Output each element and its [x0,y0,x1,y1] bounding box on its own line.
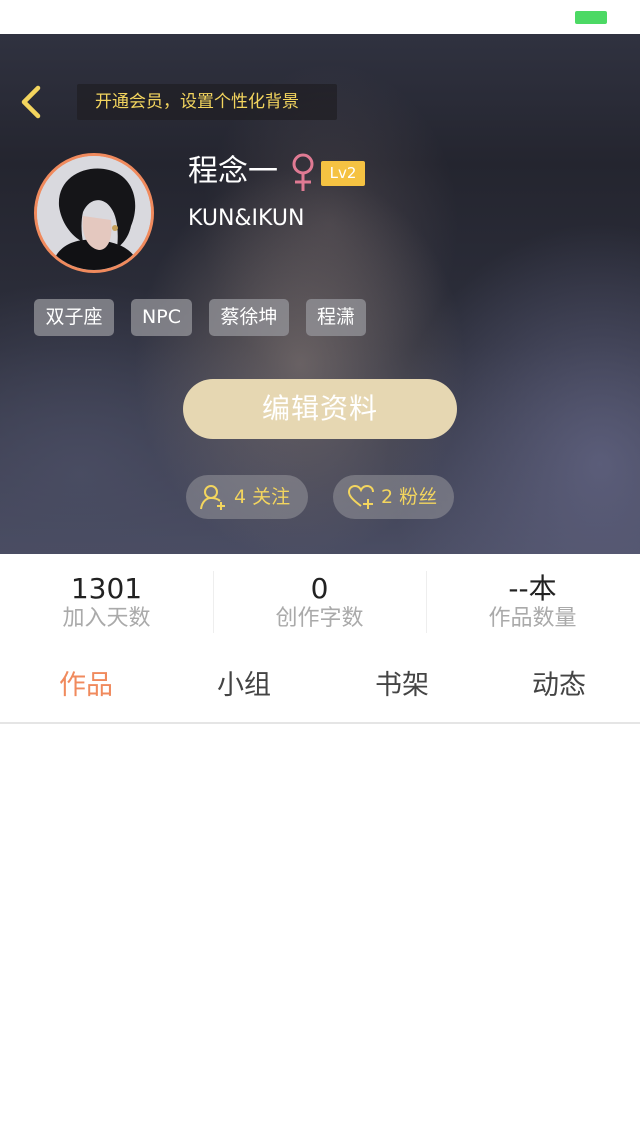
chevron-left-icon [21,85,41,119]
stat-value: --本 [508,572,557,605]
stats-bar: 1301 加入天数 0 创作字数 --本 作品数量 [0,554,640,644]
tag-item[interactable]: 双子座 [34,299,114,336]
stat-value: 0 [310,572,329,605]
back-button[interactable] [14,82,50,122]
following-button[interactable]: 4 关注 [186,475,308,519]
stat-word-count: 0 创作字数 [213,554,426,644]
tag-item[interactable]: NPC [131,299,192,336]
tab-groups[interactable]: 小组 [184,664,304,708]
tab-bar: 作品 小组 书架 动态 [0,652,640,724]
following-label: 4 关注 [234,486,291,508]
user-id: KUN&IKUN [188,206,305,231]
female-icon [292,153,314,191]
level-badge: Lv2 [321,161,365,186]
tab-content-area [0,726,640,1138]
stat-label: 加入天数 [62,606,151,631]
stat-works-count: --本 作品数量 [426,554,639,644]
profile-header: 开通会员，设置个性化背景 程念一 Lv2 KUN&IKUN 双子座 NPC 蔡徐… [0,34,640,554]
tab-bookshelf[interactable]: 书架 [342,664,462,708]
heart-plus-icon [347,484,374,509]
fans-label: 2 粉丝 [381,486,438,508]
battery-icon [575,11,607,24]
stat-label: 作品数量 [488,606,577,631]
fans-button[interactable]: 2 粉丝 [333,475,454,519]
tag-item[interactable]: 蔡徐坤 [209,299,289,336]
tab-activity[interactable]: 动态 [499,664,619,708]
avatar-image [37,156,151,270]
edit-profile-button[interactable]: 编辑资料 [183,379,457,439]
vip-banner[interactable]: 开通会员，设置个性化背景 [77,84,337,120]
tab-works[interactable]: 作品 [26,664,146,708]
avatar[interactable] [34,153,154,273]
add-user-icon [200,485,225,510]
stat-label: 创作字数 [275,606,364,631]
tag-item[interactable]: 程潇 [306,299,366,336]
stat-value: 1301 [70,572,143,605]
user-name: 程念一 [188,154,278,189]
stat-join-days: 1301 加入天数 [0,554,213,644]
status-bar [0,0,640,34]
